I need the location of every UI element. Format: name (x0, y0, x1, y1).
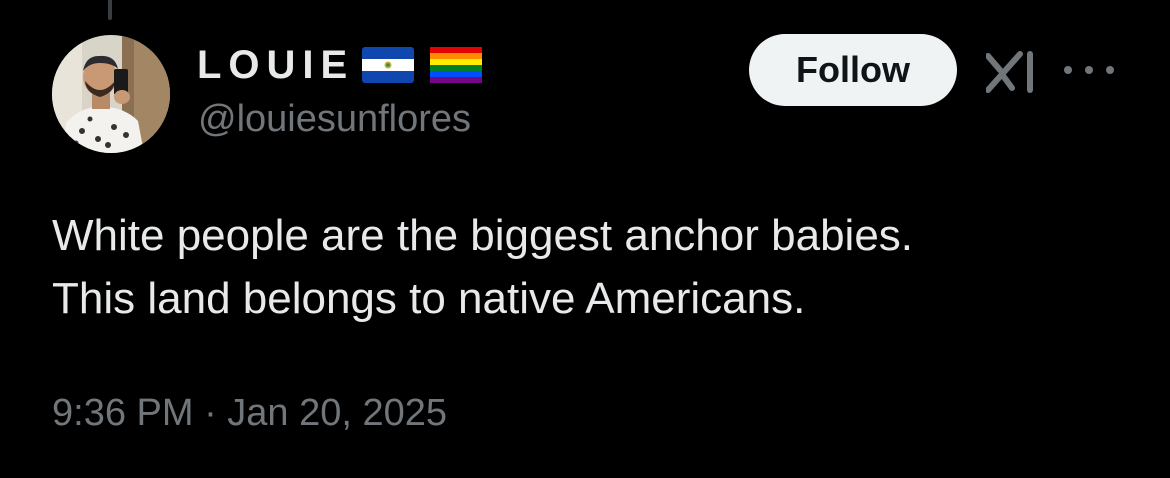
el-salvador-flag-icon (362, 47, 415, 83)
more-dot (1064, 66, 1072, 74)
tweet-text-line: White people are the biggest anchor babi… (52, 211, 914, 260)
profile-photo-icon (52, 35, 170, 153)
more-options-icon[interactable] (1064, 58, 1114, 82)
author-name-row[interactable]: LOUIE (197, 40, 483, 90)
follow-button[interactable]: Follow (749, 34, 957, 106)
tweet-timestamp[interactable]: 9:36 PM · Jan 20, 2025 (52, 394, 447, 432)
grok-icon[interactable] (986, 50, 1038, 94)
author-handle[interactable]: @louiesunflores (198, 100, 471, 138)
thread-connector-line (108, 0, 112, 20)
tweet-text: White people are the biggest anchor babi… (52, 204, 1132, 330)
tweet-text-line: This land belongs to native Americans. (52, 274, 806, 323)
author-display-name[interactable]: LOUIE (197, 45, 354, 85)
rainbow-flag-icon (430, 47, 483, 83)
more-dot (1085, 66, 1093, 74)
avatar[interactable] (52, 35, 170, 153)
more-dot (1106, 66, 1114, 74)
